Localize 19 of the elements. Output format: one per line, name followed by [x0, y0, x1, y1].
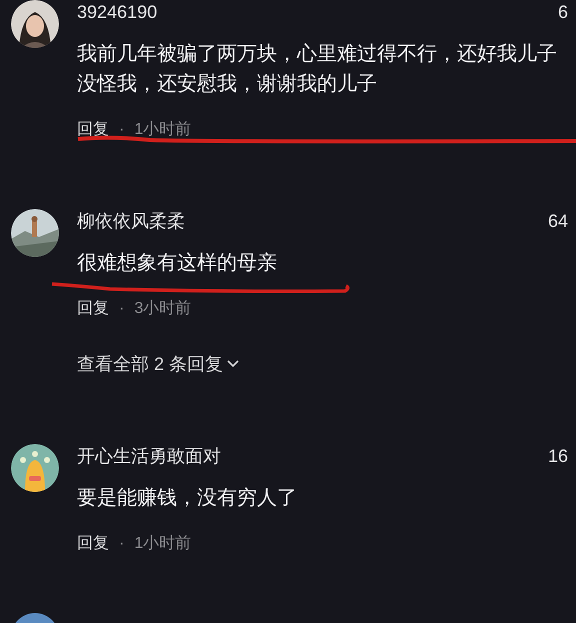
- separator-dot: ·: [119, 534, 124, 554]
- username[interactable]: 柳依依风柔柔: [77, 209, 185, 233]
- reply-link[interactable]: 回复: [77, 119, 109, 141]
- comment-text: 很难想象有这样的母亲: [77, 251, 278, 276]
- reply-link[interactable]: 回复: [77, 298, 109, 320]
- timestamp: 3小时前: [134, 298, 192, 319]
- username[interactable]: 39246190: [77, 0, 158, 24]
- like-count: 16: [548, 445, 569, 468]
- comment-text: 要是能赚钱，没有穷人了: [77, 486, 298, 511]
- username[interactable]: 开心生活勇敢面对: [77, 444, 221, 468]
- view-replies-link[interactable]: 查看全部 2 条回复: [77, 352, 576, 376]
- like-count: 64: [548, 210, 569, 233]
- separator-dot: ·: [119, 120, 124, 140]
- comment-text: 我前几年被骗了两万块，心里难过得不行，还好我儿子没怪我，还安慰我，谢谢我的儿子: [77, 42, 558, 97]
- like-count: 6: [558, 1, 569, 24]
- reply-link[interactable]: 回复: [77, 533, 109, 555]
- timestamp: 1小时前: [134, 120, 192, 140]
- separator-dot: ·: [119, 299, 124, 319]
- timestamp: 1小时前: [134, 534, 192, 554]
